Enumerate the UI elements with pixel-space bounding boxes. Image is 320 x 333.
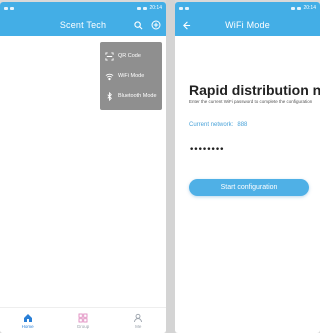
- grid-icon: [78, 313, 88, 322]
- battery-icon: [297, 6, 302, 10]
- notification-icon: [185, 6, 189, 10]
- menu-item-qr-code[interactable]: QR Code: [104, 46, 158, 66]
- wifi-icon: [104, 71, 114, 81]
- search-icon[interactable]: [132, 19, 144, 31]
- status-time: 20:14: [149, 5, 162, 11]
- system-icons: 20:14: [291, 5, 316, 11]
- app-bar: WiFi Mode: [175, 14, 320, 36]
- current-network-label: Current network:: [189, 122, 234, 128]
- nav-item-home[interactable]: Home: [8, 313, 48, 329]
- section-heading: Rapid distribution netw: [189, 82, 320, 98]
- menu-label: WiFi Mode: [118, 73, 145, 79]
- screenshot-gap: [166, 0, 175, 333]
- current-network-value: 888: [237, 122, 248, 128]
- notification-icon: [10, 6, 14, 10]
- bottom-navigation: Home Group Me: [0, 307, 166, 333]
- nav-label: Group: [76, 323, 90, 329]
- qr-scan-icon: [104, 51, 114, 61]
- home-icon: [23, 313, 32, 322]
- add-device-menu: QR Code WiFi Mode Bluetooth Mode: [100, 42, 162, 110]
- back-arrow-icon[interactable]: [180, 19, 192, 31]
- menu-item-wifi-mode[interactable]: WiFi Mode: [104, 66, 158, 86]
- nav-label: Home: [21, 323, 34, 329]
- notification-icons: [179, 6, 189, 10]
- app-bar-actions: [132, 19, 162, 31]
- menu-label: QR Code: [118, 53, 141, 59]
- battery-icon: [143, 6, 148, 10]
- nav-label: Me: [135, 323, 142, 329]
- signal-icon: [291, 6, 296, 10]
- menu-item-bluetooth-mode[interactable]: Bluetooth Mode: [104, 86, 158, 106]
- add-icon[interactable]: [150, 19, 162, 31]
- notification-icon: [4, 6, 8, 10]
- right-phone-screen: 20:14 WiFi Mode Rapid distribution netw …: [175, 2, 320, 333]
- nav-item-group[interactable]: Group: [63, 313, 103, 329]
- app-bar: Scent Tech: [0, 14, 166, 36]
- current-network-row: Current network: 888: [189, 122, 247, 128]
- signal-icon: [137, 6, 142, 10]
- start-configuration-button[interactable]: Start configuration: [189, 179, 309, 196]
- system-icons: 20:14: [137, 5, 162, 11]
- status-time: 20:14: [303, 5, 316, 11]
- page-title: WiFi Mode: [225, 20, 270, 30]
- bluetooth-icon: [104, 91, 114, 101]
- wifi-password-input[interactable]: [189, 144, 309, 156]
- nav-item-me[interactable]: Me: [118, 313, 158, 329]
- status-bar: 20:14: [175, 2, 320, 14]
- instruction-text: Enter the current WiFi password to compl…: [189, 99, 313, 104]
- app-title: Scent Tech: [59, 20, 107, 30]
- left-phone-screen: 20:14 Scent Tech QR Code WiFi Mode Bluet…: [0, 2, 166, 333]
- notification-icons: [4, 6, 14, 10]
- notification-icon: [179, 6, 183, 10]
- user-icon: [134, 313, 143, 322]
- status-bar: 20:14: [0, 2, 166, 14]
- menu-label: Bluetooth Mode: [118, 93, 157, 99]
